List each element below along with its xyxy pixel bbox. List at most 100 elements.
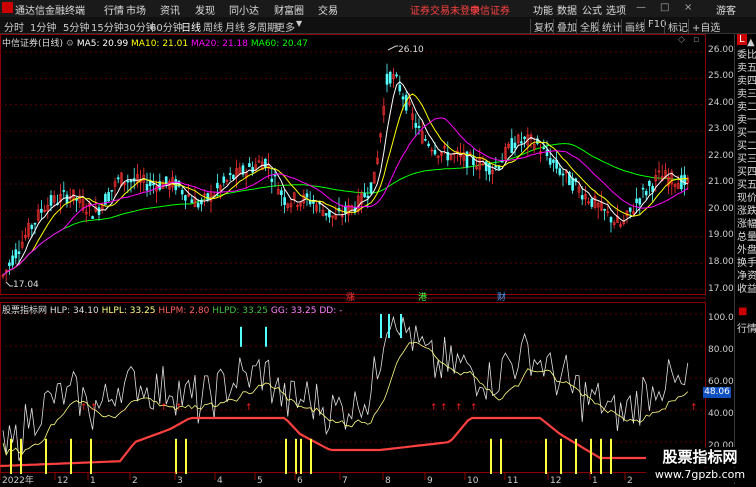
- buy-arrow-icon: ↑: [80, 403, 88, 413]
- ind-y-tick-40: 40.00: [708, 409, 734, 419]
- x-tick-label: 12: [57, 476, 68, 484]
- more-chevron-icon[interactable]: ▼: [296, 19, 302, 28]
- chart-canvas[interactable]: ↑ ↑ ↑ ↑ ↑ ↑ ↑ ↑ ↑ ↑ 2022年 12 1 2 3 4 5 6 7 8 9 10 11 12 1 2: [0, 34, 734, 484]
- maximize-icon[interactable]: □: [660, 2, 669, 13]
- candle-body: [395, 74, 398, 77]
- hlpl-line: [2, 341, 689, 456]
- panel-close-icon[interactable]: ▫: [693, 35, 699, 45]
- period-60min[interactable]: 60分钟: [150, 19, 183, 34]
- candle-body: [363, 192, 366, 198]
- candle-body: [414, 122, 418, 128]
- minimize-icon[interactable]: —: [636, 2, 646, 13]
- spike-bar: [240, 326, 242, 347]
- period-daily[interactable]: 日线: [181, 19, 201, 34]
- candle-body: [401, 96, 405, 100]
- indicator-header: 股票指标网 HLP: 34.10 HLPL: 33.25 HLPM: 2.80 …: [2, 303, 342, 316]
- event-tag-gang[interactable]: 港: [418, 290, 427, 303]
- y-tick-26: 26.00: [708, 45, 734, 55]
- buy-arrow-icon: ↑: [160, 403, 168, 413]
- period-weekly[interactable]: 周线: [203, 19, 223, 34]
- candle-body: [251, 167, 254, 173]
- period-1min[interactable]: 1分钟: [30, 19, 56, 34]
- candle-body: [40, 208, 43, 213]
- period-multi[interactable]: 多周期: [247, 19, 277, 34]
- menu-item-trade[interactable]: 交易: [318, 2, 338, 17]
- period-5min[interactable]: 5分钟: [63, 19, 89, 34]
- candle-body: [648, 180, 651, 186]
- candle-body: [126, 180, 130, 183]
- menu-item-data[interactable]: 数据: [557, 2, 577, 17]
- candle-body: [305, 193, 309, 198]
- candle-body: [603, 209, 606, 211]
- candle-body: [398, 84, 402, 92]
- menu-item-function[interactable]: 功能: [533, 2, 553, 17]
- candle-body: [388, 71, 392, 84]
- candle-body: [190, 199, 194, 203]
- signal-bar: [20, 438, 22, 474]
- side-panel-l[interactable]: L: [737, 34, 747, 45]
- side-tab-hangqing[interactable]: 行情: [737, 320, 756, 335]
- candle-body: [651, 186, 654, 192]
- ma10-value: MA10: 21.01: [131, 39, 189, 49]
- high-marker-label: 26.10: [398, 45, 424, 55]
- stock-title[interactable]: 中信证券(日线): [2, 39, 63, 49]
- event-tag-cai[interactable]: 财: [497, 290, 506, 303]
- candle-body: [110, 190, 114, 192]
- stats-button[interactable]: 统计: [598, 19, 622, 34]
- candle-body: [14, 249, 18, 259]
- candle-body: [638, 198, 642, 205]
- panel-settings-icon[interactable]: ◇: [678, 35, 685, 45]
- side-panel-l2-icon[interactable]: ■: [738, 306, 747, 317]
- high-marker-line: [387, 45, 398, 51]
- fuquan-button[interactable]: 复权: [530, 19, 554, 34]
- y-tick-20: 20.00: [708, 204, 734, 214]
- menu-item-formula[interactable]: 公式: [582, 2, 602, 17]
- menu-item-hangqing[interactable]: 行情: [104, 2, 124, 17]
- watermark-line1: 股票指标网: [646, 447, 754, 467]
- spike-bar: [380, 314, 382, 338]
- close-icon[interactable]: ×: [684, 2, 692, 13]
- candle-body: [216, 182, 219, 189]
- indicator-title[interactable]: 股票指标网: [2, 306, 47, 316]
- add-favorite-button[interactable]: +自选: [688, 19, 720, 34]
- y-tick-23: 23.00: [708, 124, 734, 134]
- event-tag-zhang[interactable]: 涨: [346, 290, 355, 303]
- settings-icon[interactable]: ⚙: [66, 39, 74, 49]
- candle-body: [129, 179, 133, 183]
- y-tick-24: 24.00: [708, 98, 734, 108]
- mark-button[interactable]: 标记: [664, 19, 688, 34]
- candle-body: [558, 168, 562, 175]
- candle-body: [628, 207, 632, 212]
- period-fenshi[interactable]: 分时: [4, 19, 24, 34]
- candle-body: [424, 139, 427, 141]
- period-more[interactable]: 更多: [275, 19, 295, 34]
- period-15min[interactable]: 15分钟: [91, 19, 124, 34]
- buy-arrow-icon: ↑: [440, 403, 448, 413]
- x-tick-label: 8: [385, 476, 391, 484]
- guest-label[interactable]: 游客: [716, 2, 736, 17]
- draw-line-button[interactable]: 画线: [621, 19, 645, 34]
- menu-item-options[interactable]: 选项: [606, 2, 626, 17]
- candle-body: [641, 187, 645, 190]
- broker-name[interactable]: 中信证券: [470, 2, 510, 17]
- menu-item-market[interactable]: 市场: [126, 2, 146, 17]
- all-stocks-button[interactable]: 全股: [576, 19, 600, 34]
- buy-arrow-icon: ↑: [455, 403, 463, 413]
- signal-bar: [500, 438, 502, 474]
- signal-bar: [45, 438, 47, 474]
- buy-arrow-icon: ↑: [690, 403, 698, 413]
- menu-item-news[interactable]: 资讯: [160, 2, 180, 17]
- candle-body: [116, 177, 120, 180]
- overlay-button[interactable]: 叠加: [553, 19, 577, 34]
- candle-body: [49, 195, 53, 206]
- menu-item-caifuquan[interactable]: 财富圈: [274, 2, 304, 17]
- chart-area[interactable]: ↑ ↑ ↑ ↑ ↑ ↑ ↑ ↑ ↑ ↑ 2022年 12 1 2 3 4 5 6 7 8 9 10 11 12 1 2 中信证券…: [0, 34, 734, 484]
- menu-bar: 通达信金融终端 行情 市场 资讯 发现 同小达 财富圈 交易 证券交易未登录 中…: [0, 0, 756, 18]
- signal-bar: [70, 438, 72, 474]
- period-monthly[interactable]: 月线: [225, 19, 245, 34]
- menu-item-discover[interactable]: 发现: [195, 2, 215, 17]
- y-tick-22: 22.00: [708, 151, 734, 161]
- menu-item-tongxiaoda[interactable]: 同小达: [229, 2, 259, 17]
- candle-body: [433, 149, 437, 155]
- candle-body: [107, 192, 110, 202]
